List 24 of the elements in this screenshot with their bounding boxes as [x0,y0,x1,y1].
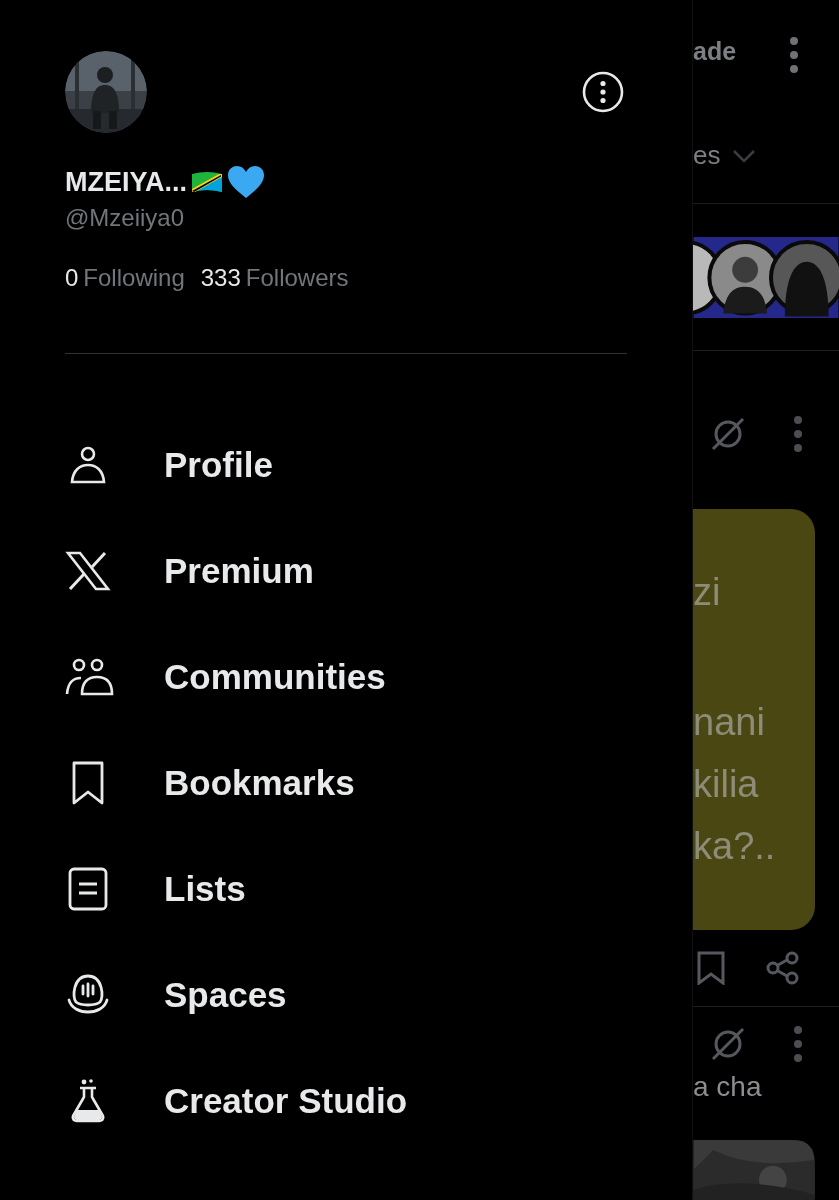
menu-item[interactable]: Spaces [65,942,287,1048]
share-icon[interactable] [766,951,800,986]
heart-icon [227,165,266,199]
chevron-down-icon[interactable] [732,148,757,163]
follow-count-link[interactable]: 0 Following [65,263,185,293]
menu-item[interactable]: Lists [65,836,246,942]
menu-item[interactable]: Profile [65,412,273,518]
post-text: ka?.. [693,824,777,870]
follow-count-link[interactable]: 333 Followers [200,263,349,293]
menu-item[interactable]: Creator Studio [65,1048,408,1154]
menu-item[interactable]: Premium [65,518,314,624]
bookmark-icon[interactable] [696,951,726,986]
filter-text: es [693,140,721,172]
post-text: kilia [693,762,760,808]
post-text: zi [693,570,722,616]
flag-icon [190,170,225,194]
post-text: nani [693,700,766,746]
menu-item[interactable]: Bookmarks [65,730,355,836]
post-text: a cha [693,1070,763,1105]
profile-handle: @Mzeiiya0 [65,203,186,233]
header-text: ade [693,37,737,67]
more-icon[interactable] [582,71,624,113]
menu-item[interactable]: Communities [65,624,386,730]
profile-name: MZEIYA... [65,166,188,198]
